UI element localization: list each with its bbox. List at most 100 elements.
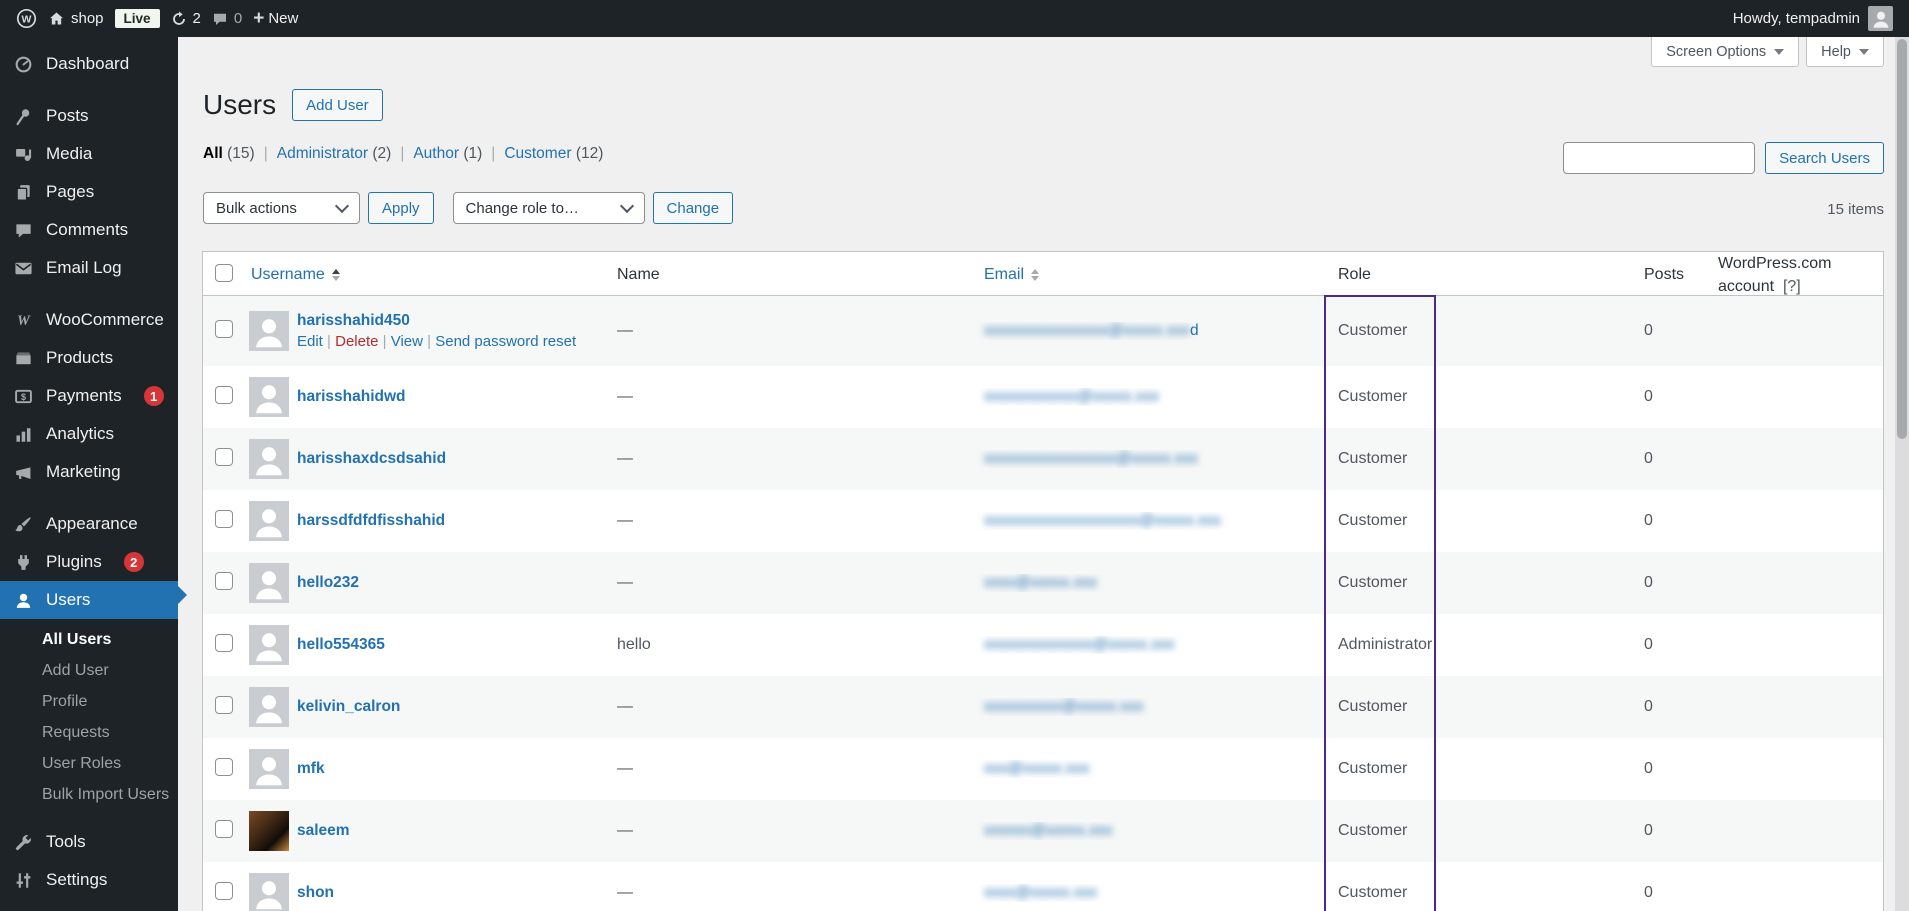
posts-count-link[interactable]: 0 [1644,450,1653,467]
filter-customer[interactable]: Customer [504,145,571,162]
edit-link[interactable]: Edit [297,333,323,350]
help-button[interactable]: Help [1806,37,1884,67]
updates-link[interactable]: 2 [171,10,201,27]
row-checkbox[interactable] [215,447,233,466]
bulk-actions-select[interactable]: Bulk actions [203,192,360,224]
email-link-redacted[interactable]: xxxxxxxxxxxx@xxxxx.xxx [984,388,1159,405]
sidebar-item-marketing[interactable]: Marketing [0,453,178,491]
email-link-redacted[interactable]: xxxxxxxxxxxxxx@xxxxx.xxx [984,636,1175,653]
paintbrush-icon [13,515,33,534]
row-checkbox[interactable] [215,319,233,338]
row-checkbox[interactable] [215,571,233,590]
site-name-link[interactable]: shop [48,10,104,27]
filter-administrator[interactable]: Administrator [277,145,368,162]
username-link[interactable]: kelivin_calron [297,698,400,716]
sidebar-item-products[interactable]: Products [0,339,178,377]
email-link-redacted[interactable]: xxx@xxxxx.xxx [984,760,1089,777]
sidebar-item-appearance[interactable]: Appearance [0,505,178,543]
screen-options-button[interactable]: Screen Options [1651,37,1800,67]
sidebar-item-bulk-import-users[interactable]: Bulk Import Users [0,779,178,810]
add-user-button[interactable]: Add User [292,89,383,121]
username-link[interactable]: saleem [297,822,350,840]
sidebar-item-requests[interactable]: Requests [0,717,178,748]
username-link[interactable]: harssdfdfdfisshahid [297,512,445,530]
apply-button[interactable]: Apply [368,192,434,224]
sort-email-header[interactable]: Email [984,266,1040,284]
comments-link[interactable]: 0 [212,10,242,27]
search-users-button[interactable]: Search Users [1765,142,1884,174]
search-users-input[interactable] [1563,142,1756,174]
send-password-reset-link[interactable]: Send password reset [435,333,576,350]
row-checkbox[interactable] [215,509,233,528]
sidebar-item-pages[interactable]: Pages [0,173,178,211]
email-link-redacted[interactable]: xxxxxx@xxxxx.xxx [984,822,1113,839]
row-checkbox[interactable] [215,881,233,900]
posts-count-link[interactable]: 0 [1644,574,1653,591]
posts-count-link[interactable]: 0 [1644,760,1653,777]
sidebar-item-tools[interactable]: Tools [0,823,178,861]
avatar [249,311,289,351]
sidebar-item-settings[interactable]: Settings [0,861,178,899]
posts-header: Posts [1644,266,1685,284]
sidebar-item-dashboard[interactable]: Dashboard [0,45,178,83]
sidebar-item-all-users[interactable]: All Users [0,624,178,655]
row-checkbox[interactable] [215,695,233,714]
username-link[interactable]: harisshahidwd [297,388,406,406]
posts-count-link[interactable]: 0 [1644,322,1653,339]
wpcom-help-icon[interactable]: [?] [1783,278,1801,295]
sidebar-item-posts[interactable]: Posts [0,97,178,135]
page-scrollbar[interactable] [1895,37,1909,911]
posts-count-link[interactable]: 0 [1644,822,1653,839]
email-link-redacted[interactable]: xxxxxxxxxxxxxxxxx@xxxxx.xxx [984,450,1198,467]
delete-link[interactable]: Delete [335,333,378,350]
sidebar-item-user-roles[interactable]: User Roles [0,748,178,779]
view-link[interactable]: View [391,333,423,350]
wordpress-logo-icon[interactable] [16,8,37,29]
posts-count-link[interactable]: 0 [1644,512,1653,529]
email-tail[interactable]: d [1190,322,1199,339]
username-link[interactable]: hello554365 [297,636,385,654]
sidebar-item-plugins[interactable]: Plugins 2 [0,543,178,581]
filter-all[interactable]: All [203,145,223,162]
admin-sidebar: Dashboard Posts Media Pages Comments Ema… [0,37,178,911]
email-link-redacted[interactable]: xxxxxxxxxxxxxxxxxxxx@xxxxx.xxx [984,512,1221,529]
sidebar-item-add-user[interactable]: Add User [0,655,178,686]
change-role-select[interactable]: Change role to… [452,192,645,224]
posts-count-link[interactable]: 0 [1644,884,1653,901]
sidebar-item-profile[interactable]: Profile [0,686,178,717]
sidebar-item-comments[interactable]: Comments [0,211,178,249]
email-link-redacted[interactable]: xxxx@xxxxx.xxx [984,574,1097,591]
email-link-redacted[interactable]: xxxxxxxxxxxxxxxx@xxxxx.xxx [984,322,1190,339]
username-link[interactable]: hello232 [297,574,359,592]
username-link[interactable]: harisshahid450 [297,312,410,330]
posts-count-link[interactable]: 0 [1644,698,1653,715]
row-checkbox[interactable] [215,633,233,652]
row-checkbox[interactable] [215,385,233,404]
filter-author[interactable]: Author [413,145,459,162]
posts-count-link[interactable]: 0 [1644,636,1653,653]
row-checkbox[interactable] [215,757,233,776]
howdy-text[interactable]: Howdy, tempadmin [1733,10,1860,27]
select-all-checkbox[interactable] [215,263,233,282]
sidebar-item-users[interactable]: Users [0,581,178,619]
table-row: saleem — xxxxxx@xxxxx.xxx Customer 0 [203,800,1883,862]
user-avatar[interactable] [1868,6,1893,31]
change-button[interactable]: Change [652,192,734,224]
posts-count-link[interactable]: 0 [1644,388,1653,405]
scrollbar-thumb[interactable] [1897,39,1907,439]
row-checkbox[interactable] [215,819,233,838]
sidebar-item-woocommerce[interactable]: WooCommerce [0,301,178,339]
username-link[interactable]: shon [297,884,334,902]
sort-username-header[interactable]: Username [251,266,340,284]
name-cell: — [617,388,633,405]
sidebar-item-analytics[interactable]: Analytics [0,415,178,453]
username-link[interactable]: mfk [297,760,325,778]
username-link[interactable]: harisshaxdcsdsahid [297,450,446,468]
sidebar-item-email-log[interactable]: Email Log [0,249,178,287]
chevron-down-icon [619,198,634,214]
email-link-redacted[interactable]: xxxx@xxxxx.xxx [984,884,1097,901]
sidebar-item-media[interactable]: Media [0,135,178,173]
sidebar-item-payments[interactable]: Payments 1 [0,377,178,415]
email-link-redacted[interactable]: xxxxxxxxxx@xxxxx.xxx [984,698,1144,715]
new-menu[interactable]: + New [253,9,298,28]
